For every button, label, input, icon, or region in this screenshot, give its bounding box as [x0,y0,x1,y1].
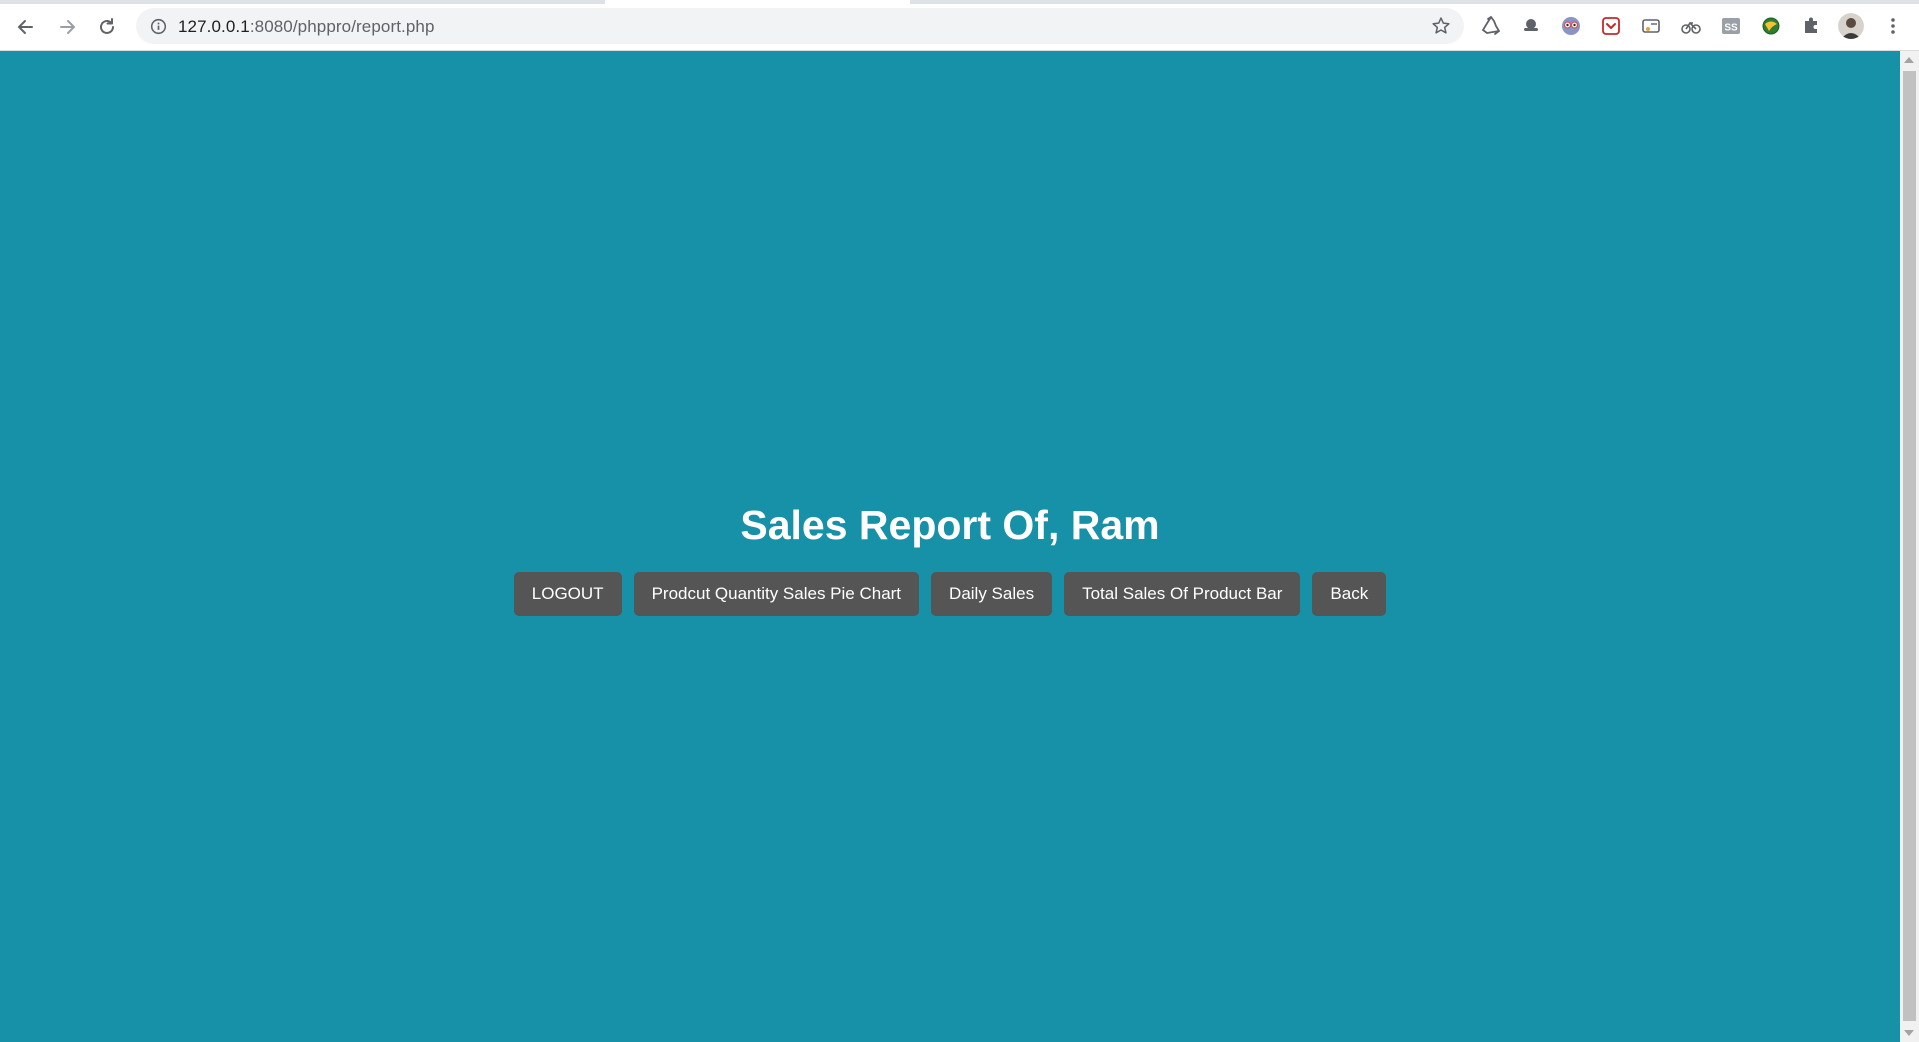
page-viewport: Sales Report Of, Ram LOGOUT Prodcut Quan… [0,51,1900,1042]
ss-icon[interactable]: SS [1718,13,1744,39]
incognito-cap-icon[interactable] [1518,13,1544,39]
report-panel: Sales Report Of, Ram LOGOUT Prodcut Quan… [0,501,1900,616]
info-icon[interactable] [148,16,168,36]
url-host: 127.0.0.1 [178,17,250,36]
daily-sales-button[interactable]: Daily Sales [931,572,1053,616]
reload-button[interactable] [91,11,123,43]
back-button[interactable] [10,11,42,43]
avatar-icon[interactable] [1838,13,1864,39]
kebab-menu-icon[interactable] [1880,13,1906,39]
vertical-scrollbar[interactable] [1900,51,1919,1042]
scroll-down-arrow-icon[interactable] [1904,1030,1914,1036]
product-quantity-pie-chart-button[interactable]: Prodcut Quantity Sales Pie Chart [633,572,920,616]
pocket-icon[interactable] [1598,13,1624,39]
page-title: Sales Report Of, Ram [740,502,1160,548]
globe-icon[interactable] [1758,13,1784,39]
forward-button[interactable] [51,11,83,43]
back-button-page[interactable]: Back [1312,572,1387,616]
browser-toolbar: 127.0.0.1:8080/phppro/report.php SS [0,0,1919,51]
url-text[interactable]: 127.0.0.1:8080/phppro/report.php [178,17,435,37]
arrow-left-icon [18,20,33,34]
recycle-icon[interactable] [1478,13,1504,39]
star-icon[interactable] [1430,15,1452,37]
report-button-row: LOGOUT Prodcut Quantity Sales Pie Chart … [0,572,1900,616]
url-path: :8080/phppro/report.php [249,17,435,36]
svg-text:SS: SS [1724,23,1738,34]
reload-icon [100,18,114,34]
logout-button[interactable]: LOGOUT [513,572,622,616]
tab-strip [0,0,1919,4]
puzzle-icon[interactable] [1798,13,1824,39]
arrow-right-icon [60,20,75,34]
address-bar[interactable]: 127.0.0.1:8080/phppro/report.php [136,8,1464,44]
scrollbar-thumb[interactable] [1903,71,1916,1021]
bike-icon[interactable] [1678,13,1704,39]
scroll-up-arrow-icon[interactable] [1904,57,1914,63]
owl-icon[interactable] [1558,13,1584,39]
active-tab-edge [605,0,910,4]
total-sales-bar-button[interactable]: Total Sales Of Product Bar [1064,572,1301,616]
media-icon[interactable] [1638,13,1664,39]
